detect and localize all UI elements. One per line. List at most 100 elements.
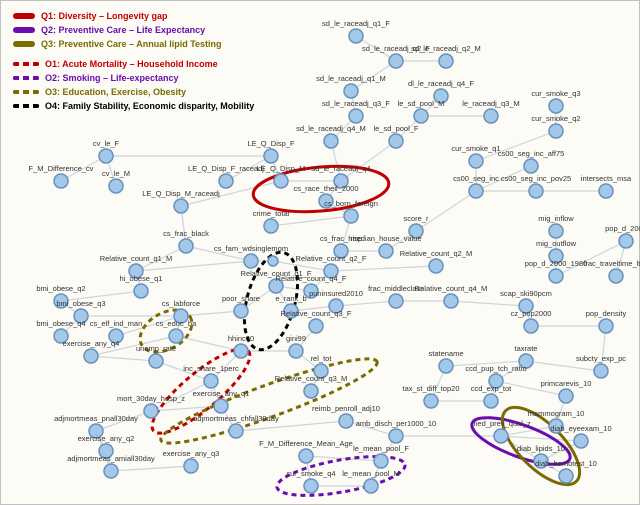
node-frac_traveltime_lt15[interactable] (609, 269, 623, 283)
node-exercise_any_q1[interactable] (214, 399, 228, 413)
node-gini99[interactable] (289, 344, 303, 358)
node-exercise_any_q4[interactable] (84, 349, 98, 363)
node-frac_middleclass[interactable] (389, 294, 403, 308)
node-le_mean_pool_F[interactable] (374, 454, 388, 468)
node-Relative_count_q2_M[interactable] (429, 259, 443, 273)
node-ccd_exp_tot[interactable] (484, 394, 498, 408)
node-inc_share_1perc[interactable] (204, 374, 218, 388)
node-label-pop_d_2000: pop_d_2000 (605, 224, 640, 233)
node-unemp_rate[interactable] (149, 354, 163, 368)
node-cs_fam_wdsinglemom[interactable] (244, 254, 258, 268)
node-label-ccd_pup_tch_ratio: ccd_pup_tch_ratio (465, 364, 526, 373)
node-cs00_seg_inc_aff75[interactable] (524, 159, 538, 173)
node-adjmortmeas_chfall30day[interactable] (229, 424, 243, 438)
node-poor_share[interactable] (234, 304, 248, 318)
node-median_house_value[interactable] (379, 244, 393, 258)
o2-swatch (13, 76, 39, 80)
node-cs00_seg_inc[interactable] (469, 184, 483, 198)
node-label-bmi_obese_q2: bmi_obese_q2 (36, 284, 85, 293)
node-diab_eyeexam_10[interactable] (574, 434, 588, 448)
node-label-Relative_count_q3_F: Relative_count_q3_F (281, 309, 352, 318)
node-Relative_count_q4_M[interactable] (444, 294, 458, 308)
node-label-tax_st_diff_top20: tax_st_diff_top20 (403, 384, 460, 393)
node-tax_st_diff_top20[interactable] (424, 394, 438, 408)
node-crime_total[interactable] (264, 219, 278, 233)
node-sd_le_raceadj_q1_F[interactable] (349, 29, 363, 43)
node-exercise_any_q3[interactable] (184, 459, 198, 473)
node-label-cur_smoke_q4: cur_smoke_q4 (286, 469, 335, 478)
node-le_sd_pool_F[interactable] (389, 134, 403, 148)
node-F_M_Difference_cv[interactable] (54, 174, 68, 188)
node-adjmortmeas_amiall30day[interactable] (104, 464, 118, 478)
node-le_sd_pool_M[interactable] (414, 109, 428, 123)
node-label-cv_le_M: cv_le_M (102, 169, 130, 178)
node-cv_le_M[interactable] (109, 179, 123, 193)
node-label-cs_fam_wdsinglemom: cs_fam_wdsinglemom (214, 244, 288, 253)
node-label-F_M_Difference_Mean_Age: F_M_Difference_Mean_Age (259, 439, 353, 448)
o3-swatch (13, 90, 39, 94)
node-LE_Q_Disp_F[interactable] (264, 149, 278, 163)
node-label-diab_eyeexam_10: diab_eyeexam_10 (550, 424, 611, 433)
node-label-le_sd_pool_M: le_sd_pool_M (398, 99, 445, 108)
node-LE_Q_Disp_F_raceadj[interactable] (219, 174, 233, 188)
node-cs_frac_black[interactable] (179, 239, 193, 253)
node-hhinc00[interactable] (234, 344, 248, 358)
node-primcarevis_10[interactable] (559, 389, 573, 403)
node-pop_d_2000_1980[interactable] (549, 269, 563, 283)
node-sd_le_raceadj_q3_F[interactable] (349, 109, 363, 123)
node-label-sd_le_raceadj_q4_M: sd_le_raceadj_q4_M (296, 124, 366, 133)
node-sd_le_raceadj_q1_M[interactable] (344, 84, 358, 98)
node-cur_smoke_q1[interactable] (469, 154, 483, 168)
node-cur_smoke_q4[interactable] (304, 479, 318, 493)
node-mort_30day_hosp_z[interactable] (144, 404, 158, 418)
node-diab_hemotest_10[interactable] (559, 469, 573, 483)
node-label-cs00_seg_inc_pov25: cs00_seg_inc_pov25 (501, 174, 571, 183)
node-label-cs00_seg_inc_aff75: cs00_seg_inc_aff75 (498, 149, 565, 158)
node-label-sd_le_raceadj_q2_M: sd_le_raceadj_q2_M (411, 44, 481, 53)
node-label-cs_race_theil_2000: cs_race_theil_2000 (293, 184, 358, 193)
node-pop_d_2000[interactable] (619, 234, 633, 248)
o1-swatch (13, 62, 39, 66)
node-subcty_exp_pc[interactable] (594, 364, 608, 378)
node-label-subcty_exp_pc: subcty_exp_pc (576, 354, 626, 363)
node-sd_le_raceadj_q2_M[interactable] (439, 54, 453, 68)
node-cur_smoke_q3[interactable] (549, 99, 563, 113)
node-label-le_mean_pool_F: le_mean_pool_F (353, 444, 409, 453)
node-s[interactable] (268, 256, 278, 266)
node-label-LE_Q_Disp_F_raceadj: LE_Q_Disp_F_raceadj (188, 164, 264, 173)
node-label-le_mean_pool_M: le_mean_pool_M (342, 469, 400, 478)
node-cs_educ_ba[interactable] (169, 329, 183, 343)
node-sd_le_raceadj_q2_F[interactable] (389, 54, 403, 68)
node-cs00_seg_inc_pov25[interactable] (529, 184, 543, 198)
node-cs_born_foreign[interactable] (344, 209, 358, 223)
node-le_raceadj_q3_M[interactable] (484, 109, 498, 123)
node-label-LE_Q_Disp_M_raceadj: LE_Q_Disp_M_raceadj (142, 189, 220, 198)
node-sd_le_raceadj_q4_M[interactable] (324, 134, 338, 148)
node-cv_le_F[interactable] (99, 149, 113, 163)
node-label-adjmortmeas_pnall30day: adjmortmeas_pnall30day (54, 414, 138, 423)
node-F_M_Difference_Mean_Age[interactable] (299, 449, 313, 463)
node-label-taxrate: taxrate (515, 344, 538, 353)
node-pop_density[interactable] (599, 319, 613, 333)
node-Relative_count_q3_M[interactable] (304, 384, 318, 398)
node-mig_inflow[interactable] (549, 224, 563, 238)
node-label-diab_hemotest_10: diab_hemotest_10 (535, 459, 597, 468)
node-label-cs_born_foreign: cs_born_foreign (324, 199, 378, 208)
node-label-mort_30day_hosp_z: mort_30day_hosp_z (117, 394, 185, 403)
node-label-intersects_msa: intersects_msa (581, 174, 632, 183)
node-statename[interactable] (439, 359, 453, 373)
node-cur_smoke_q2[interactable] (549, 124, 563, 138)
node-intersects_msa[interactable] (599, 184, 613, 198)
node-LE_Q_Disp_M[interactable] (274, 174, 288, 188)
node-label-sd_le_raceadj_q4: sd_le_raceadj_q4 (311, 164, 370, 173)
node-reimb_penroll_adj10[interactable] (339, 414, 353, 428)
node-med_prev_qual_z[interactable] (494, 429, 508, 443)
node-hi_obese_q1[interactable] (134, 284, 148, 298)
node-amb_disch_per1000_10[interactable] (389, 429, 403, 443)
node-Relative_count_q3_F[interactable] (309, 319, 323, 333)
node-cz_pop2000[interactable] (524, 319, 538, 333)
node-le_mean_pool_M[interactable] (364, 479, 378, 493)
node-label-exercise_any_q4: exercise_any_q4 (63, 339, 120, 348)
node-LE_Q_Disp_M_raceadj[interactable] (174, 199, 188, 213)
node-label-cs00_seg_inc: cs00_seg_inc (453, 174, 499, 183)
